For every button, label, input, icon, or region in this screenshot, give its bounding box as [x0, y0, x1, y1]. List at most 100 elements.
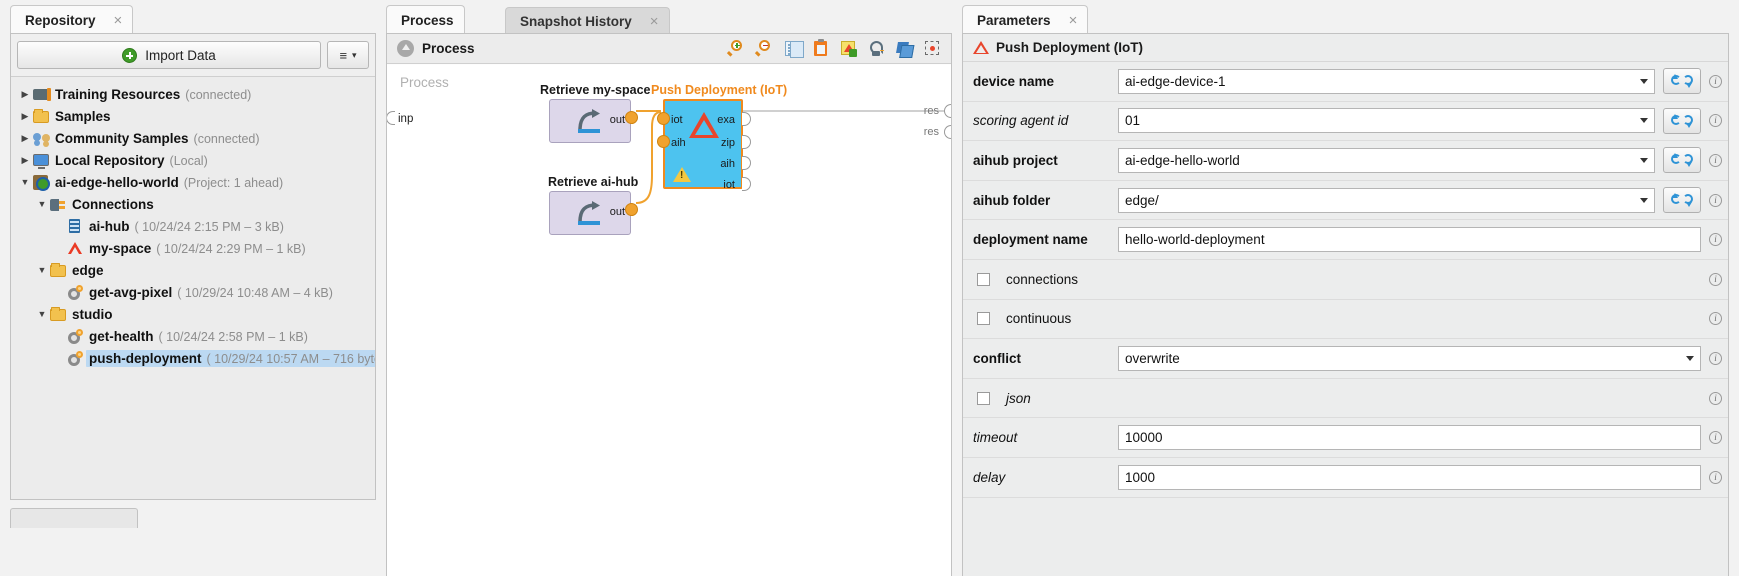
dropdown-conflict[interactable]: overwrite: [1118, 346, 1701, 371]
zoom-out-icon[interactable]: [756, 40, 773, 57]
chevron-right-icon[interactable]: ▶: [17, 156, 33, 165]
tab-parameters[interactable]: Parameters ×: [962, 5, 1088, 34]
tree-item-connections[interactable]: ▼Connections: [11, 193, 375, 215]
operator-retrieve-my-space[interactable]: out: [549, 99, 631, 143]
dropdown-scoring-agent-id[interactable]: 01: [1118, 108, 1655, 133]
tree-item-label: studio: [72, 307, 113, 322]
chevron-down-icon[interactable]: [1686, 356, 1694, 361]
tab-process[interactable]: Process: [386, 5, 465, 34]
paste-icon[interactable]: [812, 40, 829, 57]
operator-output-nub-exa[interactable]: [742, 112, 751, 126]
tree-item-push-deployment[interactable]: push-deployment( 10/29/24 10:57 AM – 716…: [11, 347, 375, 369]
tree-item-ai-edge-hello-world[interactable]: ▼ai-edge-hello-world(Project: 1 ahead): [11, 171, 375, 193]
chevron-right-icon[interactable]: ▶: [17, 90, 33, 99]
tab-repository[interactable]: Repository ×: [10, 5, 133, 34]
operator-push-deployment[interactable]: iot aih exa zip aih iot: [663, 99, 743, 189]
zoom-in-icon[interactable]: [728, 40, 745, 57]
info-icon[interactable]: i: [1709, 114, 1722, 127]
chevron-right-icon[interactable]: ▶: [17, 112, 33, 121]
close-icon[interactable]: ×: [1069, 13, 1078, 28]
input-delay[interactable]: 1000: [1118, 465, 1701, 490]
chevron-down-icon[interactable]: ▼: [34, 310, 50, 319]
operator-out-nub[interactable]: [625, 203, 638, 216]
operator-out-nub[interactable]: [625, 111, 638, 124]
copy-icon[interactable]: [784, 40, 801, 57]
chevron-down-icon[interactable]: [1640, 198, 1648, 203]
plus-icon: [122, 48, 137, 63]
chevron-down-icon[interactable]: [1640, 79, 1648, 84]
dropdown-aihub-project[interactable]: ai-edge-hello-world: [1118, 148, 1655, 173]
refresh-button-scoring-agent-id[interactable]: [1663, 108, 1701, 134]
info-icon[interactable]: i: [1709, 273, 1722, 286]
checkbox-json[interactable]: [977, 392, 990, 405]
chevron-down-icon[interactable]: ▼: [34, 266, 50, 275]
info-icon[interactable]: i: [1709, 392, 1722, 405]
info-icon[interactable]: i: [1709, 352, 1722, 365]
dropdown-aihub-folder[interactable]: edge/: [1118, 188, 1655, 213]
database-icon: [67, 218, 85, 234]
add-note-icon[interactable]: [840, 40, 857, 57]
import-data-button[interactable]: Import Data: [17, 41, 321, 69]
process-result-nub-2[interactable]: [944, 125, 951, 139]
refresh-button-aihub-project[interactable]: [1663, 147, 1701, 173]
close-icon[interactable]: ×: [650, 14, 659, 29]
tab-snapshot-history[interactable]: Snapshot History ×: [505, 7, 670, 34]
operator-output-nub-iot[interactable]: [742, 177, 751, 191]
checkbox-connections[interactable]: [977, 273, 990, 286]
chevron-down-icon[interactable]: ▼: [17, 178, 33, 187]
chevron-down-icon[interactable]: ▼: [34, 200, 50, 209]
tree-item-samples[interactable]: ▶Samples: [11, 105, 375, 127]
parameter-row-json: jsoni: [963, 379, 1728, 419]
chevron-right-icon[interactable]: ▶: [17, 134, 33, 143]
process-canvas[interactable]: Process inp Retrieve my-space: [387, 65, 951, 576]
dropdown-device-name[interactable]: ai-edge-device-1: [1118, 69, 1655, 94]
add-connection-icon[interactable]: [868, 40, 885, 57]
process-result-nub-1[interactable]: [944, 104, 951, 118]
operator-output-label-aih: aih: [720, 158, 735, 170]
parent-process-icon[interactable]: [397, 40, 414, 57]
tree-item-studio[interactable]: ▼ studio: [11, 303, 375, 325]
tree-item-meta: ( 10/24/24 2:29 PM – 1 kB): [156, 242, 305, 256]
info-icon[interactable]: i: [1709, 75, 1722, 88]
operator-output-nub-zip[interactable]: [742, 135, 751, 149]
refresh-button-device-name[interactable]: [1663, 68, 1701, 94]
tree-item-edge[interactable]: ▼edge: [11, 259, 375, 281]
tab-snapshot-history-label: Snapshot History: [520, 14, 632, 29]
chevron-down-icon[interactable]: [1640, 118, 1648, 123]
close-icon[interactable]: ×: [114, 13, 123, 28]
info-icon[interactable]: i: [1709, 194, 1722, 207]
tree-item-ai-hub[interactable]: ai-hub( 10/24/24 2:15 PM – 3 kB): [11, 215, 375, 237]
folder-icon: [33, 108, 51, 124]
parameter-row-scoring-agent-id: scoring agent id01i: [963, 102, 1728, 142]
repository-menu-button[interactable]: ≡ ▾: [327, 41, 369, 69]
layers-icon[interactable]: [896, 40, 913, 57]
info-icon[interactable]: i: [1709, 471, 1722, 484]
operator-input-nub-iot[interactable]: [657, 112, 670, 125]
input-deployment-name[interactable]: hello-world-deployment: [1118, 227, 1701, 252]
info-icon[interactable]: i: [1709, 233, 1722, 246]
info-icon[interactable]: i: [1709, 154, 1722, 167]
fit-to-screen-icon[interactable]: [924, 40, 941, 57]
tree-item-meta: ( 10/24/24 2:15 PM – 3 kB): [135, 220, 284, 234]
operator-output-nub-aih[interactable]: [742, 156, 751, 170]
info-icon[interactable]: i: [1709, 312, 1722, 325]
process-input-nub[interactable]: [387, 111, 395, 125]
tree-item-community-samples[interactable]: ▶Community Samples(connected): [11, 127, 375, 149]
parameter-value-timeout: 10000: [1125, 430, 1163, 445]
checkbox-continuous[interactable]: [977, 312, 990, 325]
warning-icon: [673, 167, 691, 182]
tree-item-local-repository[interactable]: ▶Local Repository(Local): [11, 149, 375, 171]
info-icon[interactable]: i: [1709, 431, 1722, 444]
input-timeout[interactable]: 10000: [1118, 425, 1701, 450]
process-gear-icon: [67, 328, 85, 344]
operator-input-nub-aih[interactable]: [657, 135, 670, 148]
tree-item-training-resources[interactable]: ▶Training Resources(connected): [11, 83, 375, 105]
chevron-down-icon[interactable]: [1640, 158, 1648, 163]
tree-item-get-avg-pixel[interactable]: get-avg-pixel( 10/29/24 10:48 AM – 4 kB): [11, 281, 375, 303]
repository-tree[interactable]: ▶Training Resources(connected)▶Samples▶C…: [11, 77, 375, 499]
tree-item-get-health[interactable]: get-health( 10/24/24 2:58 PM – 1 kB): [11, 325, 375, 347]
tree-item-my-space[interactable]: my-space( 10/24/24 2:29 PM – 1 kB): [11, 237, 375, 259]
refresh-button-aihub-folder[interactable]: [1663, 187, 1701, 213]
repository-toolbar: Import Data ≡ ▾: [11, 34, 375, 77]
operator-retrieve-ai-hub[interactable]: out: [549, 191, 631, 235]
